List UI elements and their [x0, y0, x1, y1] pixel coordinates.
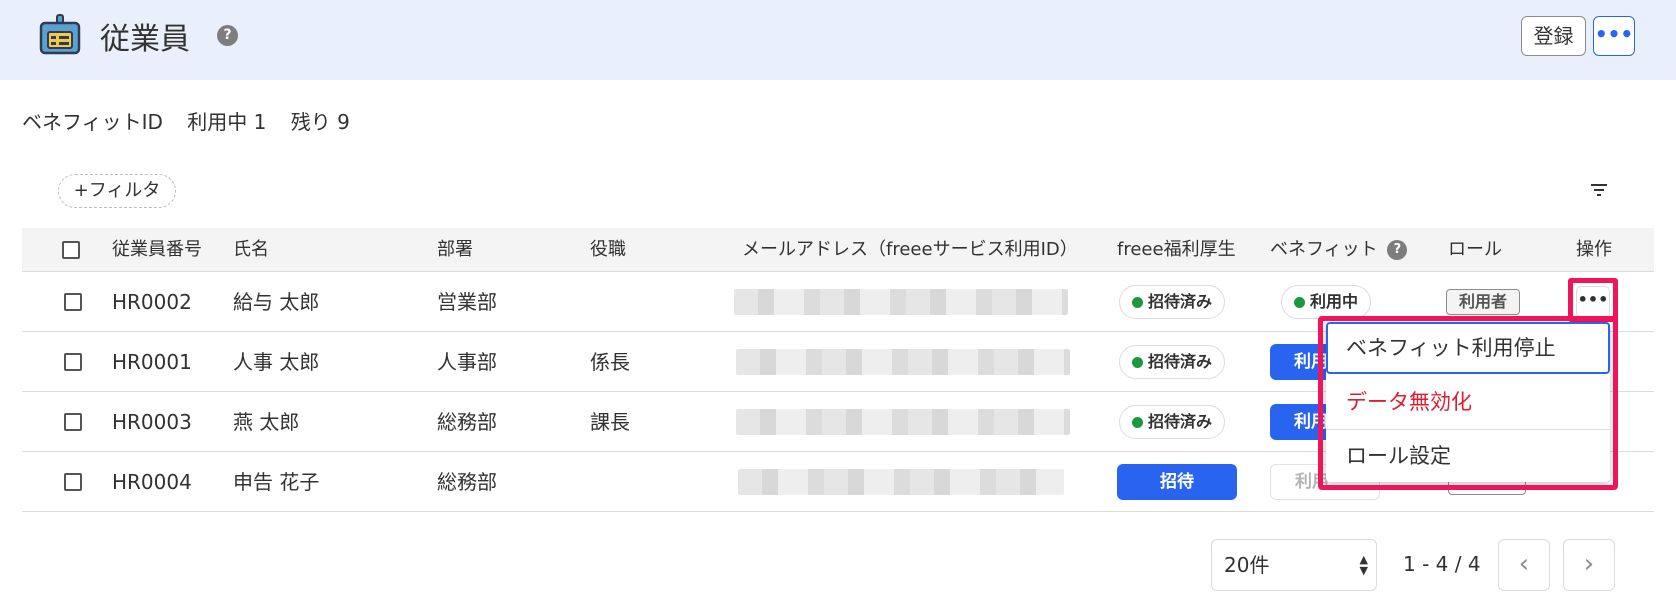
position: 課長 [590, 410, 630, 434]
filter-lines-icon[interactable] [1590, 182, 1608, 198]
row-checkbox[interactable] [64, 293, 82, 311]
benefit-in-use-count: 利用中 1 [187, 110, 267, 134]
role-badge: 利用者 [1446, 289, 1521, 315]
email-redacted [736, 349, 1070, 375]
prev-page-button[interactable]: ‹ [1498, 539, 1550, 591]
department: 総務部 [437, 470, 497, 494]
status-dot-icon [1294, 297, 1305, 308]
header-role[interactable]: ロール [1448, 228, 1502, 272]
benefit-summary: ベネフィットID 利用中 1 残り 9 [22, 106, 368, 135]
per-page-select[interactable]: 20件 ▲ ▼ [1211, 539, 1377, 591]
select-arrows-icon: ▲ ▼ [1359, 553, 1368, 577]
welfare-status-badge: 招待済み [1119, 285, 1226, 319]
email-redacted [736, 409, 1070, 435]
pagination-range: 1 - 4 / 4 [1403, 552, 1481, 576]
row-checkbox[interactable] [64, 473, 82, 491]
email-redacted [734, 289, 1068, 315]
row-checkbox[interactable] [64, 413, 82, 431]
register-button[interactable]: 登録 [1521, 16, 1586, 56]
header-freee-welfare[interactable]: freee福利厚生 [1117, 228, 1236, 272]
employee-name: 人事 太郎 [233, 350, 320, 374]
benefit-remaining-count: 残り 9 [290, 110, 350, 134]
page-title: 従業員 [100, 22, 190, 57]
header-employee-no[interactable]: 従業員番号 [112, 228, 202, 272]
benefit-status-badge: 利用中 [1281, 285, 1372, 319]
add-filter-button[interactable]: +フィルタ [58, 174, 176, 208]
position: 係長 [590, 350, 630, 374]
status-dot-icon [1132, 357, 1143, 368]
department: 人事部 [437, 350, 497, 374]
status-dot-icon [1132, 297, 1143, 308]
department: 総務部 [437, 410, 497, 434]
header-email[interactable]: メールアドレス（freeeサービス利用ID） [742, 228, 1078, 272]
employee-no: HR0004 [112, 470, 192, 494]
welfare-status-badge: 招待済み [1119, 345, 1226, 379]
menu-highlight [1318, 316, 1618, 490]
email-redacted [738, 469, 1064, 495]
welfare-status-badge: 招待済み [1119, 405, 1226, 439]
invite-button[interactable]: 招待 [1117, 464, 1237, 500]
header-name[interactable]: 氏名 [233, 228, 269, 272]
header-benefit[interactable]: ベネフィット ? [1270, 228, 1408, 272]
header-benefit-label: ベネフィット [1270, 239, 1378, 260]
employee-name: 燕 太郎 [233, 410, 300, 434]
header-position[interactable]: 役職 [590, 228, 626, 272]
employee-name: 申告 花子 [233, 470, 320, 494]
next-page-button[interactable]: › [1563, 539, 1615, 591]
header-department[interactable]: 部署 [437, 228, 473, 272]
header-actions: 操作 [1576, 239, 1612, 260]
status-dot-icon [1132, 417, 1143, 428]
employee-badge-icon [39, 14, 81, 55]
employee-name: 給与 太郎 [233, 290, 320, 314]
employee-no: HR0002 [112, 290, 192, 314]
page-header: 従業員 ? 登録 ••• [0, 0, 1676, 80]
employee-no: HR0003 [112, 410, 192, 434]
row-checkbox[interactable] [64, 353, 82, 371]
employee-no: HR0001 [112, 350, 192, 374]
benefit-id-label: ベネフィットID [22, 110, 163, 134]
header-more-button[interactable]: ••• [1593, 16, 1635, 56]
help-icon[interactable]: ? [217, 25, 238, 46]
department: 営業部 [437, 290, 497, 314]
select-all-checkbox[interactable] [62, 241, 80, 259]
table-header: 従業員番号 氏名 部署 役職 メールアドレス（freeeサービス利用ID） fr… [22, 228, 1654, 272]
per-page-value: 20件 [1224, 553, 1270, 577]
benefit-help-icon[interactable]: ? [1387, 240, 1408, 260]
